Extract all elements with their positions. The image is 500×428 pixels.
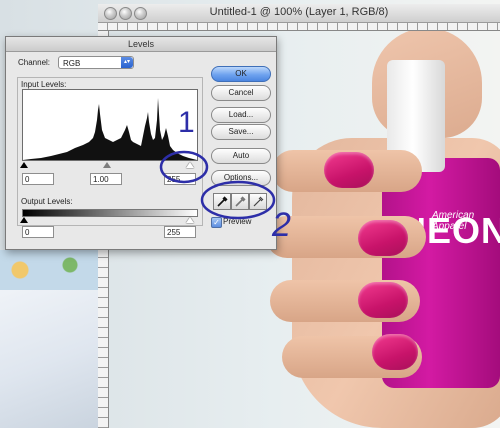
preview-checkbox[interactable]: ✓ <box>211 217 222 228</box>
nail-3 <box>358 282 408 318</box>
dialog-title: Levels <box>6 37 276 52</box>
photo-hand: American Apparel NEON <box>262 18 500 428</box>
input-gamma-field[interactable]: 1.00 <box>90 173 122 185</box>
input-white-field[interactable]: 255 <box>164 173 196 185</box>
histogram-shape <box>23 98 197 160</box>
channel-value: RGB <box>63 59 81 68</box>
eyedropper-black-glyph <box>217 196 228 207</box>
preview-label: Preview <box>223 217 252 226</box>
output-levels-label: Output Levels: <box>21 197 73 206</box>
options-button[interactable]: Options... <box>211 170 271 186</box>
ok-button[interactable]: OK <box>211 66 271 82</box>
black-eyedropper-icon[interactable] <box>213 193 231 210</box>
channel-select[interactable]: RGB ▴▾ <box>58 56 134 69</box>
horizontal-ruler[interactable] <box>98 22 500 31</box>
nail-2 <box>358 220 408 256</box>
histogram <box>22 89 198 161</box>
channel-label: Channel: <box>18 58 51 67</box>
document-title: Untitled-1 @ 100% (Layer 1, RGB/8) <box>209 6 389 18</box>
photo-blanket <box>0 250 108 428</box>
output-white-slider[interactable] <box>186 217 194 223</box>
nail-1 <box>324 152 374 188</box>
output-black-field[interactable]: 0 <box>22 226 54 238</box>
eyedropper-white-glyph <box>253 196 264 207</box>
input-gamma-slider[interactable] <box>103 162 111 168</box>
cancel-button[interactable]: Cancel <box>211 85 271 101</box>
histogram-graph <box>23 98 197 160</box>
load-button[interactable]: Load... <box>211 107 271 123</box>
levels-dialog: Levels Channel: RGB ▴▾ Input Levels: 0 1… <box>5 36 277 250</box>
gray-eyedropper-icon[interactable] <box>231 193 249 210</box>
auto-button[interactable]: Auto <box>211 148 271 164</box>
input-black-field[interactable]: 0 <box>22 173 54 185</box>
document-titlebar[interactable]: Untitled-1 @ 100% (Layer 1, RGB/8) <box>98 4 500 23</box>
blanket-pattern <box>0 250 105 290</box>
input-black-slider[interactable] <box>20 162 28 168</box>
eyedropper-gray-glyph <box>235 196 246 207</box>
input-levels-label: Input Levels: <box>21 80 67 89</box>
white-eyedropper-icon[interactable] <box>249 193 267 210</box>
nail-4 <box>372 334 418 370</box>
output-black-slider[interactable] <box>20 217 28 223</box>
output-gradient <box>22 209 198 217</box>
output-white-field[interactable]: 255 <box>164 226 196 238</box>
input-white-slider[interactable] <box>186 162 194 168</box>
save-button[interactable]: Save... <box>211 124 271 140</box>
chevron-updown-icon: ▴▾ <box>121 57 133 68</box>
